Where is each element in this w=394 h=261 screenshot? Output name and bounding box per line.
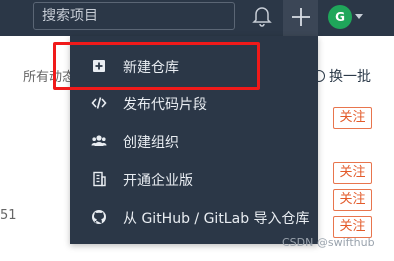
create-menu-button[interactable]	[283, 0, 318, 36]
follow-button[interactable]: 关注	[333, 162, 372, 184]
menu-item-create-org[interactable]: 创建组织	[70, 122, 318, 160]
highlight-box	[53, 42, 260, 90]
menu-item-enterprise[interactable]: 开通企业版	[70, 160, 318, 198]
menu-item-label: 开通企业版	[123, 173, 193, 189]
chevron-down-icon[interactable]	[355, 14, 363, 19]
avatar[interactable]: G	[328, 5, 352, 29]
menu-item-label: 发布代码片段	[123, 97, 207, 113]
top-navbar: 搜索项目 G	[0, 0, 394, 36]
follow-button[interactable]: 关注	[333, 216, 372, 238]
swap-label: 换一批	[329, 69, 371, 85]
github-icon	[92, 210, 106, 224]
building-icon	[93, 171, 106, 187]
menu-item-label: 创建组织	[123, 135, 179, 151]
menu-item-label: 从 GitHub / GitLab 导入仓库	[123, 211, 310, 227]
users-icon	[91, 135, 107, 146]
bell-icon[interactable]	[252, 5, 272, 27]
code-icon	[91, 97, 107, 109]
follow-button[interactable]: 关注	[333, 107, 372, 129]
swap-batch-button[interactable]: 换一批	[313, 66, 371, 86]
follow-button[interactable]: 关注	[333, 189, 372, 211]
menu-item-import-repo[interactable]: 从 GitHub / GitLab 导入仓库	[70, 198, 318, 236]
search-input[interactable]: 搜索项目	[33, 2, 235, 30]
stray-number: 51	[0, 208, 17, 223]
watermark: CSDN @swifthub	[282, 236, 375, 249]
plus-icon	[292, 8, 310, 26]
